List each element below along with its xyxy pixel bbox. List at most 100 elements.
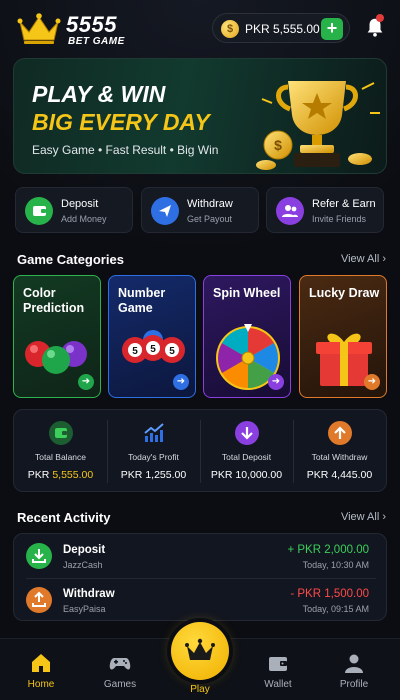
wallet-icon <box>25 197 53 225</box>
activity-row-deposit[interactable]: Deposit JazzCash + PKR 2,000.00 Today, 1… <box>14 534 388 578</box>
stat-value: PKR 1,255.00 <box>107 469 200 481</box>
brand-logo[interactable]: 5555 BET GAME <box>16 10 146 48</box>
game-card-number-game[interactable]: Number Game 5 5 5 ➜ <box>108 275 196 398</box>
activity-amount: - PKR 1,500.00 <box>290 588 369 600</box>
game-card-color-prediction[interactable]: Color Prediction ➜ <box>13 275 101 398</box>
nav-label: Home <box>27 679 55 690</box>
activity-amount: + PKR 2,000.00 <box>287 544 369 556</box>
banner-title-line2: BIG EVERY DAY <box>32 109 210 135</box>
refer-title: Refer & Earn <box>312 198 376 210</box>
nav-label: Games <box>103 679 137 690</box>
stat-value-prefix: PKR <box>210 469 236 481</box>
svg-text:5: 5 <box>132 346 138 357</box>
activity-title: Withdraw <box>63 588 115 600</box>
stat-value-prefix: PKR <box>27 469 53 481</box>
stat-label: Total Balance <box>34 452 87 462</box>
stat-today-profit: Today's Profit PKR 1,255.00 <box>107 410 200 493</box>
activity-method: JazzCash <box>63 560 103 570</box>
coin-icon: $ <box>221 20 239 38</box>
stat-value-prefix: PKR <box>306 469 332 481</box>
crown-icon <box>185 638 215 660</box>
categories-view-all-link[interactable]: View All › <box>341 253 386 265</box>
nav-profile[interactable]: Profile <box>324 651 384 696</box>
user-icon <box>345 654 363 673</box>
activity-time: Today, 10:30 AM <box>302 560 369 570</box>
stat-value-prefix: PKR <box>120 469 146 481</box>
send-icon <box>151 197 179 225</box>
svg-text:$: $ <box>274 137 282 153</box>
arrow-right-icon[interactable]: ➜ <box>173 374 189 390</box>
stat-label: Today's Profit <box>128 452 179 462</box>
activity-title: Deposit <box>63 544 106 556</box>
promo-banner[interactable]: PLAY & WIN BIG EVERY DAY Easy Game • Fas… <box>13 58 387 174</box>
game-title: Spin Wheel <box>213 286 281 300</box>
gamepad-icon <box>109 658 131 670</box>
banner-title-line1: PLAY & WIN <box>32 81 166 107</box>
arrow-up-icon <box>328 421 352 445</box>
arrow-right-icon[interactable]: ➜ <box>364 374 380 390</box>
stat-label: Total Withdraw <box>311 452 368 462</box>
stat-value-amount: 5,555.00 <box>52 469 94 481</box>
wallet-icon <box>269 657 287 671</box>
deposit-title: Deposit <box>61 198 99 210</box>
nav-label: Wallet <box>264 679 292 690</box>
stats-panel: Total Balance PKR 5,555.00 Today's Profi… <box>13 409 387 492</box>
deposit-subtitle: Add Money <box>61 214 107 224</box>
stat-value-amount: 10,000.00 <box>235 469 283 481</box>
stat-value: PKR 5,555.00 <box>14 469 107 481</box>
nav-home[interactable]: Home <box>11 651 71 696</box>
stat-value: PKR 4,445.00 <box>293 469 386 481</box>
activity-row-withdraw[interactable]: Withdraw EasyPaisa - PKR 1,500.00 Today,… <box>14 578 388 622</box>
withdraw-title: Withdraw <box>187 198 233 210</box>
game-categories-heading: Game Categories <box>17 252 124 267</box>
refer-subtitle: Invite Friends <box>312 214 367 224</box>
game-card-lucky-draw[interactable]: Lucky Draw ➜ <box>299 275 387 398</box>
play-button[interactable] <box>171 622 229 680</box>
game-card-spin-wheel[interactable]: Spin Wheel ➜ <box>203 275 291 398</box>
arrow-right-icon[interactable]: ➜ <box>268 374 284 390</box>
nav-label-play[interactable]: Play <box>170 684 230 695</box>
nav-wallet[interactable]: Wallet <box>248 651 308 696</box>
deposit-action[interactable]: Deposit Add Money <box>15 187 133 233</box>
logo-number: 5555 <box>66 12 117 37</box>
activity-list: Deposit JazzCash + PKR 2,000.00 Today, 1… <box>13 533 387 621</box>
home-icon <box>32 654 50 672</box>
nav-label: Profile <box>339 679 369 690</box>
game-title: Number Game <box>118 286 166 315</box>
stat-label: Total Deposit <box>221 452 272 462</box>
svg-text:5: 5 <box>169 346 175 357</box>
upload-icon <box>26 587 52 613</box>
notification-dot <box>376 14 384 22</box>
wallet-icon <box>49 421 73 445</box>
logo-subtitle: BET GAME <box>68 36 125 47</box>
stat-total-deposit: Total Deposit PKR 10,000.00 <box>200 410 293 493</box>
arrow-right-icon[interactable]: ➜ <box>78 374 94 390</box>
arrow-down-icon <box>235 421 259 445</box>
activity-time: Today, 09:15 AM <box>302 604 369 614</box>
add-money-button[interactable]: + <box>321 18 343 40</box>
stat-total-balance: Total Balance PKR 5,555.00 <box>14 410 107 493</box>
withdraw-action[interactable]: Withdraw Get Payout <box>141 187 259 233</box>
stat-value: PKR 10,000.00 <box>200 469 293 481</box>
svg-text:5: 5 <box>150 344 156 355</box>
nav-games[interactable]: Games <box>90 651 150 696</box>
recent-activity-heading: Recent Activity <box>17 510 111 525</box>
top-header: 5555 BET GAME $ PKR 5,555.00 + <box>0 0 400 56</box>
stat-total-withdraw: Total Withdraw PKR 4,445.00 <box>293 410 386 493</box>
app-screen: 5555 BET GAME $ PKR 5,555.00 + PLAY & WI… <box>0 0 400 700</box>
game-title: Color Prediction <box>23 286 85 315</box>
refer-action[interactable]: Refer & Earn Invite Friends <box>266 187 384 233</box>
header-balance: PKR 5,555.00 <box>245 22 320 36</box>
download-icon <box>26 543 52 569</box>
trophy-icon: $ <box>256 81 380 170</box>
activity-method: EasyPaisa <box>63 604 106 614</box>
chart-up-icon <box>142 421 166 445</box>
withdraw-subtitle: Get Payout <box>187 214 233 224</box>
activity-view-all-link[interactable]: View All › <box>341 511 386 523</box>
crown-logo-icon <box>17 13 61 44</box>
stat-value-amount: 4,445.00 <box>331 469 373 481</box>
balance-pill[interactable]: $ PKR 5,555.00 + <box>212 13 350 43</box>
game-title: Lucky Draw <box>309 286 380 300</box>
stat-value-amount: 1,255.00 <box>145 469 187 481</box>
users-icon <box>276 197 304 225</box>
